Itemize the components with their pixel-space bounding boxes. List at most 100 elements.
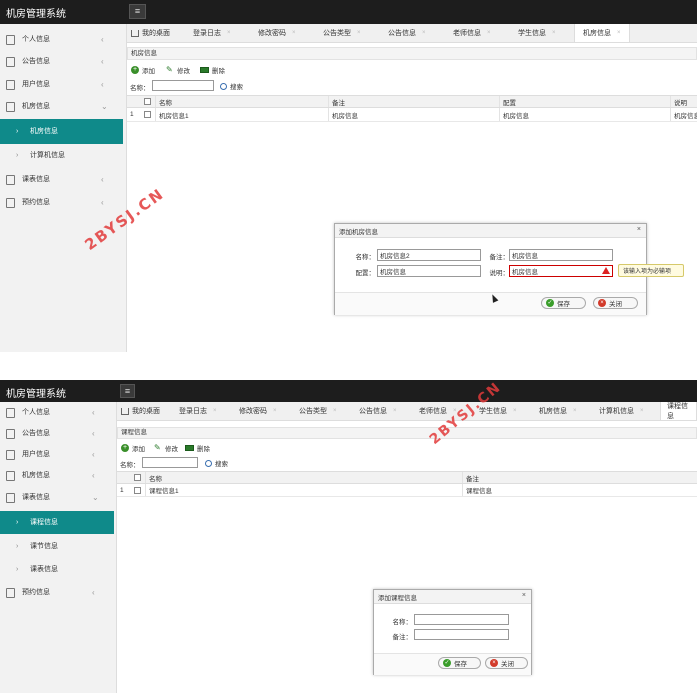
close-icon[interactable]: × (487, 30, 491, 36)
sidebar-item-label: 课表信息 (30, 566, 58, 573)
search-label: 名称： (120, 462, 140, 469)
tab-room-info[interactable]: 机房信息 × (574, 24, 630, 42)
row-checkbox[interactable] (131, 484, 145, 496)
tab-notice-type[interactable]: 公告类型 × (299, 402, 337, 420)
remark-field[interactable] (414, 629, 509, 640)
row-checkbox[interactable] (141, 108, 155, 121)
close-icon[interactable]: × (333, 408, 337, 414)
tab-notice-type[interactable]: 公告类型 × (323, 24, 361, 42)
close-icon[interactable]: × (640, 408, 644, 414)
select-all-checkbox[interactable] (141, 96, 155, 107)
sidebar-item-personal[interactable]: 个人信息 ‹ (0, 402, 117, 424)
sidebar-subitem-period-info[interactable]: › 课节信息 (0, 536, 117, 558)
tab-change-password[interactable]: 修改密码 × (258, 24, 296, 42)
save-button[interactable]: ✓ 保存 (541, 297, 586, 309)
delete-button[interactable]: 删除 (200, 65, 225, 75)
close-icon[interactable]: × (637, 226, 641, 233)
tab-desktop[interactable]: 我的桌面 (121, 402, 160, 420)
tab-change-password[interactable]: 修改密码 × (239, 402, 277, 420)
sidebar-item-users[interactable]: 用户信息 ‹ (0, 444, 117, 466)
column-header[interactable]: 备注 (462, 472, 697, 483)
close-icon[interactable]: × (552, 30, 556, 36)
sidebar-subitem-computer-info[interactable]: › 计算机信息 (0, 145, 127, 167)
close-button[interactable]: × 关闭 (485, 657, 528, 669)
name-field[interactable] (414, 614, 509, 625)
add-button[interactable]: + 添加 (121, 443, 145, 453)
search-button[interactable]: 搜索 (220, 81, 243, 91)
tab-login-log[interactable]: 登录日志 × (179, 402, 217, 420)
user-icon (6, 35, 15, 45)
sidebar-item-rooms[interactable]: 机房信息 ‹ (0, 465, 117, 487)
tab-teacher-info[interactable]: 老师信息 × (453, 24, 491, 42)
close-icon[interactable]: × (573, 408, 577, 414)
tab-room-info[interactable]: 机房信息 × (539, 402, 577, 420)
menu-toggle-button[interactable]: ≡ (129, 4, 146, 19)
add-button[interactable]: + 添加 (131, 65, 155, 75)
chevron-left-icon: ‹ (92, 429, 95, 438)
close-icon[interactable]: × (522, 592, 526, 599)
sidebar-subitem-room-info[interactable]: › 机房信息 (0, 119, 123, 144)
search-button[interactable]: 搜索 (205, 458, 228, 468)
sidebar-item-booking[interactable]: 预约信息 ‹ (0, 582, 117, 604)
sidebar-item-personal[interactable]: 个人信息 ‹ (0, 29, 127, 51)
tab-course-info[interactable]: 课程信息 (660, 402, 697, 420)
close-icon[interactable]: × (393, 408, 397, 414)
sidebar-item-label: 公告信息 (22, 58, 50, 65)
tab-notice-info[interactable]: 公告信息 × (359, 402, 397, 420)
tab-notice-info[interactable]: 公告信息 × (388, 24, 426, 42)
edit-button[interactable]: ✎ 修改 (166, 65, 190, 76)
table-cell: 机房信息 (328, 108, 499, 121)
name-label: 名称： (392, 619, 413, 626)
name-field[interactable]: 机房信息2 (377, 249, 481, 261)
tab-login-log[interactable]: 登录日志 × (193, 24, 231, 42)
sidebar-subitem-course-info[interactable]: › 课程信息 (0, 511, 114, 534)
top-bar: 机房管理系统 ≡ (0, 380, 697, 402)
tab-student-info[interactable]: 学生信息 × (518, 24, 556, 42)
remark-label: 备注： (392, 634, 413, 641)
sidebar-item-schedule[interactable]: 课表信息 ‹ (0, 169, 127, 191)
close-icon[interactable]: × (513, 408, 517, 414)
config-field[interactable]: 机房信息 (377, 265, 481, 277)
save-button[interactable]: ✓ 保存 (438, 657, 481, 669)
search-input[interactable] (152, 80, 214, 91)
table-row[interactable]: 1 机房信息1 机房信息 机房信息 机房信息 (127, 108, 697, 122)
close-button[interactable]: × 关闭 (593, 297, 638, 309)
tab-computer-info[interactable]: 计算机信息 × (599, 402, 644, 420)
column-header[interactable]: 名称 (145, 472, 462, 483)
close-icon[interactable]: × (357, 30, 361, 36)
column-header[interactable]: 说明 (670, 96, 697, 107)
x-icon: × (490, 659, 498, 667)
search-input[interactable] (142, 457, 198, 468)
close-icon[interactable]: × (213, 408, 217, 414)
remark-field[interactable]: 机房信息 (509, 249, 613, 261)
sidebar-item-rooms[interactable]: 机房信息 ⌄ (0, 96, 127, 118)
close-label: 关闭 (501, 661, 514, 668)
close-icon[interactable]: × (273, 408, 277, 414)
tab-label: 修改密码 (239, 408, 267, 415)
column-header[interactable]: 配置 (499, 96, 670, 107)
delete-button[interactable]: 删除 (185, 443, 210, 453)
sidebar-item-users[interactable]: 用户信息 ‹ (0, 74, 127, 96)
user-icon (6, 408, 15, 418)
edit-button[interactable]: ✎ 修改 (154, 443, 178, 454)
tab-label: 老师信息 (419, 408, 447, 415)
add-course-dialog: 添加课程信息 × 名称： 备注： ✓ 保存 × 关闭 (373, 589, 532, 675)
sidebar-item-booking[interactable]: 预约信息 ‹ (0, 192, 127, 214)
sidebar-subitem-schedule-info[interactable]: › 课表信息 (0, 559, 117, 581)
tab-label: 我的桌面 (142, 30, 170, 37)
close-icon[interactable]: × (422, 30, 426, 36)
close-icon[interactable]: × (227, 30, 231, 36)
sidebar-item-notice[interactable]: 公告信息 ‹ (0, 423, 117, 445)
close-icon[interactable]: × (292, 30, 296, 36)
column-header[interactable]: 备注 (328, 96, 499, 107)
tab-label: 登录日志 (193, 30, 221, 37)
menu-toggle-button[interactable]: ≡ (120, 384, 135, 398)
sidebar-item-notice[interactable]: 公告信息 ‹ (0, 51, 127, 73)
table-row[interactable]: 1 课程信息1 课程信息 (117, 484, 697, 497)
description-field[interactable]: 机房信息 (509, 265, 613, 277)
tab-desktop[interactable]: 我的桌面 (131, 24, 170, 42)
close-icon[interactable]: × (617, 30, 621, 36)
select-all-checkbox[interactable] (131, 472, 145, 483)
column-header[interactable]: 名称 (155, 96, 328, 107)
sidebar-item-schedule[interactable]: 课表信息 ⌄ (0, 487, 117, 509)
